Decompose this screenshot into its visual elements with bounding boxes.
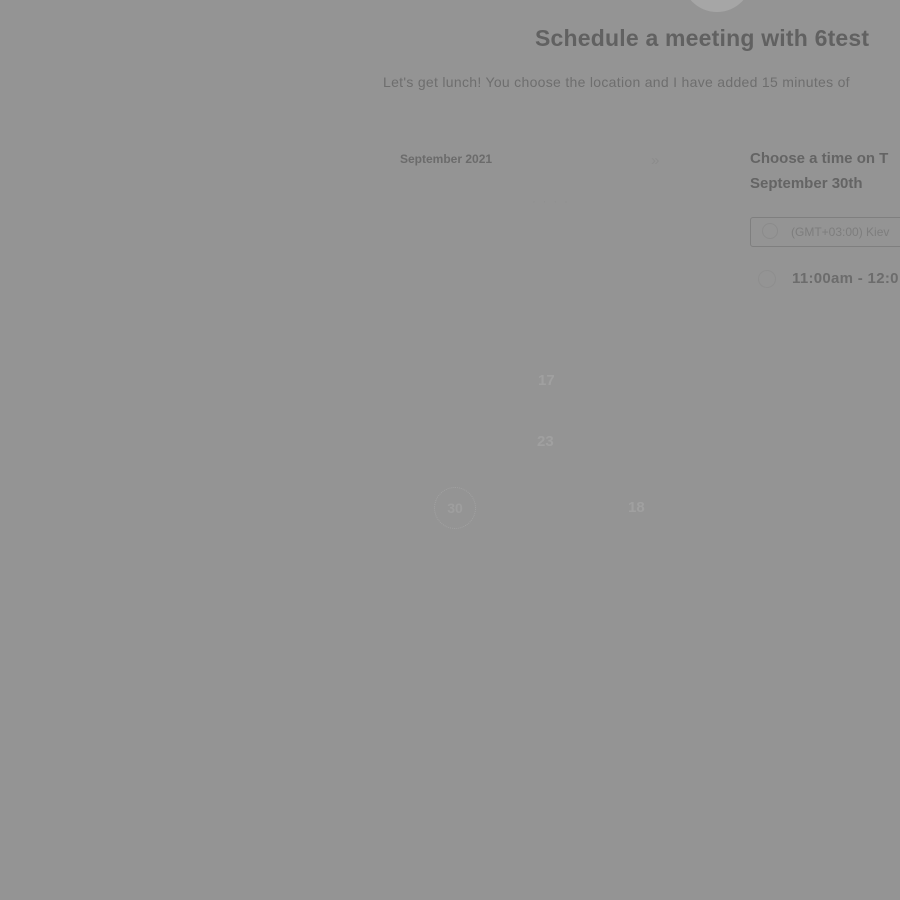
calendar-day[interactable]: 17: [538, 372, 555, 389]
globe-icon: [762, 223, 778, 239]
meeting-description: Let's get lunch! You choose the location…: [383, 74, 850, 90]
clock-icon: [758, 270, 776, 288]
page-title: Schedule a meeting with 6test: [535, 25, 870, 51]
calendar-day[interactable]: 23: [537, 433, 554, 450]
calendar-day[interactable]: 18: [628, 499, 645, 516]
time-slot[interactable]: 11:00am - 12:0: [792, 270, 899, 287]
calendar-day-selected[interactable]: 30: [434, 487, 476, 529]
avatar: [682, 0, 752, 12]
next-month-icon[interactable]: »: [651, 153, 665, 169]
weekday-header: · · · ·: [532, 196, 570, 208]
time-choice-heading: Choose a time on T September 30th: [750, 150, 889, 192]
calendar-month-label: September 2021: [400, 152, 493, 166]
scheduling-page: Schedule a meeting with 6test Let's get …: [0, 0, 900, 900]
